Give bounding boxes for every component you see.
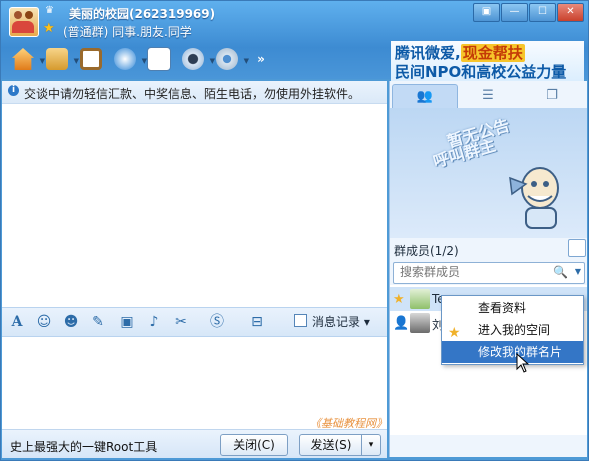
maximize-button[interactable]: ☐	[529, 3, 556, 22]
security-notice-text: 交谈中请勿轻信汇款、中奖信息、陌生电话，勿使用外挂软件。	[24, 87, 361, 101]
group-type: (普通群) 同事.朋友.同学	[63, 25, 192, 39]
member-badge-icon: 👤	[393, 316, 410, 331]
format-toolbar: A ☺ ☻ ✎ ▣ ♪ ✂ Ⓢ ⊟ 消息记录 ▾	[2, 307, 387, 337]
tab-members[interactable]: 👥	[392, 84, 458, 109]
member-context-menu: 查看资料 ★ 进入我的空间 修改我的群名片	[441, 295, 584, 365]
member-avatar	[410, 313, 430, 333]
star-icon: ★	[43, 21, 55, 36]
microphone-icon	[114, 48, 136, 70]
bottom-bar: 史上最强大的一键Root工具 关闭(C) 发送(S) ▾	[2, 429, 387, 458]
picture-icon[interactable]: ▣	[118, 313, 136, 331]
chevron-down-icon[interactable]: ▼	[575, 267, 581, 276]
screenshot-icon[interactable]: ✂	[172, 313, 190, 331]
banner-text-1: 腾讯微爱,	[395, 44, 461, 62]
members-title: 群成员(1/2)	[394, 244, 459, 258]
mouse-cursor-icon	[516, 353, 530, 373]
ad-text-link[interactable]: 史上最强大的一键Root工具	[10, 438, 157, 455]
window-controls: ▣ — ☐ ✕	[473, 3, 584, 22]
webcam-icon	[182, 48, 204, 70]
main-toolbar: ▼ ▼ ▼ ▼ ▼ »	[7, 41, 277, 77]
side-panel: 👥 ☰ ❐ 暂无公告 呼叫群主 群成员(1/2) 🔍 ▼	[389, 81, 587, 457]
music-icon[interactable]: ♪	[145, 313, 163, 331]
info-icon: i	[8, 85, 19, 96]
minimize-button[interactable]: —	[501, 3, 528, 22]
close-button[interactable]: 关闭(C)	[220, 434, 288, 456]
magic-face-icon[interactable]: ☻	[62, 313, 80, 331]
owner-star-icon: ★	[393, 292, 405, 307]
search-icon[interactable]: 🔍	[553, 265, 568, 279]
message-add-icon	[147, 47, 171, 71]
group-name: 美丽的校园(262319969)	[69, 7, 216, 21]
mascot-icon	[509, 167, 559, 229]
gear-icon	[216, 48, 238, 70]
message-history-area[interactable]	[2, 104, 387, 304]
video-button[interactable]: ▼	[177, 43, 215, 75]
album-icon	[80, 48, 102, 70]
send-options-button[interactable]: ▾	[361, 434, 381, 456]
tab-windows[interactable]: ❐	[520, 84, 584, 108]
announcement-board: 暂无公告 呼叫群主	[390, 108, 587, 238]
banner-highlight: 现金帮扶	[460, 44, 525, 62]
send-message-button[interactable]	[143, 43, 175, 75]
side-tabs: 👥 ☰ ❐	[390, 84, 587, 109]
member-search-input[interactable]	[394, 263, 556, 281]
menu-item-edit-card[interactable]: 修改我的群名片	[442, 341, 583, 363]
house-icon	[12, 48, 34, 70]
settings-button[interactable]: ▼	[211, 43, 249, 75]
group-avatar[interactable]	[9, 7, 39, 37]
member-search-box[interactable]: 🔍 ▼	[393, 262, 585, 284]
chat-pane: i 交谈中请勿轻信汇款、中奖信息、陌生电话，勿使用外挂软件。 A ☺ ☻ ✎ ▣…	[2, 81, 387, 458]
security-notice: i 交谈中请勿轻信汇款、中奖信息、陌生电话，勿使用外挂软件。	[2, 81, 387, 104]
tab-list[interactable]: ☰	[456, 84, 520, 108]
font-icon[interactable]: A	[8, 313, 26, 331]
remote-icon[interactable]: ⊟	[248, 313, 266, 331]
emoji-icon[interactable]: ☺	[35, 313, 53, 331]
folder-icon	[46, 48, 68, 70]
crown-icon: ♛	[45, 5, 54, 16]
members-header: 群成员(1/2)	[390, 239, 587, 259]
banner-text-2: 民间NPO和高校公益力量	[395, 63, 567, 81]
more-tools-button[interactable]: »	[245, 43, 277, 75]
member-search-toggle[interactable]	[568, 239, 586, 257]
history-icon	[294, 314, 307, 327]
album-button[interactable]	[75, 43, 107, 75]
menu-button[interactable]: ▣	[473, 3, 500, 22]
s-icon[interactable]: Ⓢ	[208, 313, 226, 331]
more-icon: »	[257, 52, 265, 66]
group-home-button[interactable]: ▼	[7, 43, 45, 75]
close-window-button[interactable]: ✕	[557, 3, 584, 22]
menu-item-view-profile[interactable]: 查看资料	[442, 297, 583, 319]
share-files-button[interactable]: ▼	[41, 43, 79, 75]
send-button[interactable]: 发送(S)	[299, 434, 363, 456]
edit-icon[interactable]: ✎	[89, 313, 107, 331]
member-avatar	[410, 289, 430, 309]
menu-item-enter-space[interactable]: ★ 进入我的空间	[442, 319, 583, 341]
group-chat-window: ♛ ★ 美丽的校园(262319969) (普通群) 同事.朋友.同学 ▣ — …	[0, 0, 589, 461]
voice-chat-button[interactable]: ▼	[109, 43, 147, 75]
message-history-button[interactable]: 消息记录 ▾	[294, 313, 370, 330]
ad-banner[interactable]: 腾讯微爱, 现金帮扶 民间NPO和高校公益力量	[391, 41, 584, 81]
